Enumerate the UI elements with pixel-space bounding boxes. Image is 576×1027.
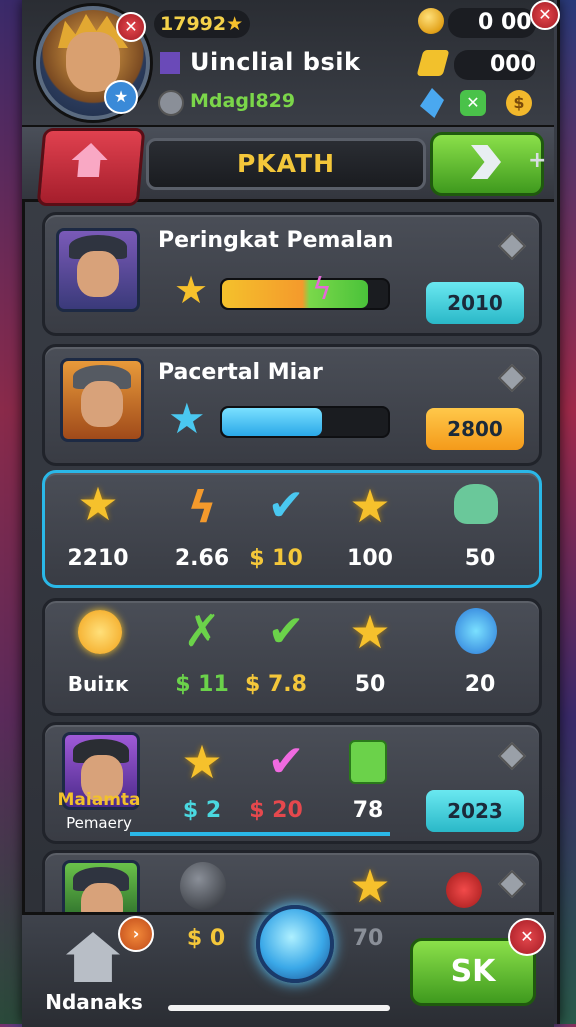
id-icon (158, 90, 184, 116)
star-icon: ★ (181, 735, 223, 789)
portrait-title: Maiamta (57, 790, 141, 810)
stat-value: 20 (464, 672, 496, 697)
gold-coin-icon: $ (506, 90, 532, 116)
flag-icon (160, 52, 180, 74)
stat-value: 50 (354, 672, 386, 697)
chevron-right-icon (471, 145, 501, 179)
score-value: 17992 (160, 13, 227, 35)
gold-star-icon: ★ (77, 477, 119, 531)
row3-value-badge: 2023 (426, 790, 524, 832)
stat-value: $ 7.8 (245, 672, 307, 697)
stat-value: 100 (347, 546, 393, 571)
pacertal-portrait (60, 358, 144, 442)
home-label[interactable]: Ndanaks (44, 990, 144, 1014)
center-orb-button[interactable] (256, 905, 334, 983)
pink-check-icon: ✔ (267, 736, 305, 787)
red-ball-icon (446, 872, 482, 908)
pacertal-value-badge: 2800 (426, 408, 524, 450)
plus-icon[interactable]: + (528, 148, 546, 173)
star-icon: ★ (349, 605, 391, 659)
next-button[interactable] (430, 132, 544, 196)
page-title: PKATH (146, 138, 426, 190)
pacertal-title: Pacertal Miar (158, 360, 323, 385)
stat-value: $ 11 (175, 672, 229, 697)
home-indicator[interactable] (168, 1005, 390, 1011)
gem-count: 000 (490, 52, 536, 77)
rank-progress-fill (222, 280, 369, 308)
portrait-subtitle: Pemaery (66, 814, 132, 832)
player-name: Uinclial bsik (190, 48, 361, 76)
star-icon: ★ (349, 859, 391, 913)
sun-coin-icon (70, 606, 130, 658)
stat-value: $ 10 (249, 546, 303, 571)
portrait-face (81, 381, 123, 427)
row3-underline (130, 832, 390, 836)
coin-icon (418, 8, 444, 34)
home-arrow-icon (70, 143, 109, 177)
player-id: Mdagl829 (190, 90, 296, 112)
rank-progress-bar (220, 278, 390, 310)
home-icon[interactable] (66, 932, 120, 984)
stat-value: 78 (352, 798, 384, 823)
stat-label: Buiɪĸ (67, 672, 129, 696)
rank-value-badge: 2010 (426, 282, 524, 324)
rank-portrait (56, 228, 140, 312)
bolt-icon: ϟ (312, 272, 332, 307)
blue-star-icon: ★ (168, 394, 206, 443)
coin-count: 0 00 (478, 10, 532, 35)
stat-value: 50 (464, 546, 496, 571)
blue-shield-icon (446, 608, 506, 660)
green-sword-icon: ✗ (183, 606, 221, 657)
bottom-value: 70 (352, 926, 384, 951)
lightning-icon: ϟ (187, 482, 217, 533)
check-icon: ✔ (267, 480, 305, 531)
stat-value: 2.66 (174, 546, 230, 571)
monster-icon (446, 484, 506, 536)
star-icon: ★ (349, 479, 391, 533)
close-top-icon[interactable]: ✕ (530, 0, 560, 30)
green-x-icon[interactable]: ✕ (460, 90, 486, 116)
pacertal-progress-bar (220, 406, 390, 438)
stat-value: $ 20 (249, 798, 303, 823)
green-check-icon: ✔ (267, 606, 305, 657)
rank-title: Peringkat Pemalan (158, 228, 394, 253)
green-tag-icon (338, 740, 398, 792)
star-icon: ★ (226, 13, 244, 35)
portrait-face (77, 251, 119, 297)
bottom-coin-value: $ 0 (186, 926, 226, 951)
pacertal-progress-fill (222, 408, 322, 436)
close-icon[interactable]: ✕ (508, 918, 546, 956)
close-icon[interactable]: ✕ (116, 12, 146, 42)
score-pill: 17992★ (154, 10, 250, 38)
star-icon: ★ (174, 268, 209, 312)
stat-value: $ 2 (182, 798, 222, 823)
chevron-right-badge-icon[interactable]: › (118, 916, 154, 952)
home-button[interactable] (36, 128, 146, 206)
stat-value: 2210 (67, 546, 129, 571)
helmet-icon (180, 862, 226, 910)
star-badge-icon: ★ (104, 80, 138, 114)
